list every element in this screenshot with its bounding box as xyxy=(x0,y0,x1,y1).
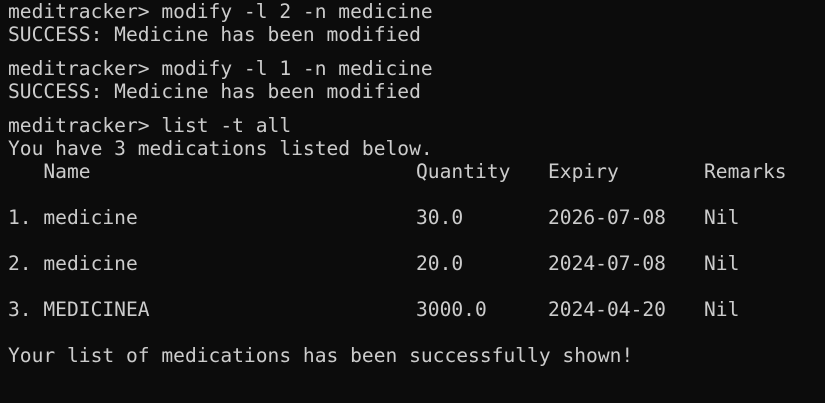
command-text: modify -l 1 -n medicine xyxy=(161,57,433,80)
prompt: meditracker> xyxy=(8,0,162,23)
summary-line: You have 3 medications listed below. xyxy=(8,137,433,160)
row-remarks: Nil xyxy=(704,298,740,321)
command-line: meditracker> modify -l 1 -n medicine xyxy=(8,57,825,80)
terminal-window[interactable]: meditracker> modify -l 2 -n medicine SUC… xyxy=(0,0,825,403)
row-expiry: 2026-07-08 xyxy=(548,206,666,229)
separator: ________________________________________… xyxy=(8,45,704,57)
row-name: 1. medicine xyxy=(8,206,138,229)
command-text: list -t all xyxy=(161,114,292,137)
row-quantity: 3000.0 xyxy=(416,298,487,321)
row-quantity: 30.0 xyxy=(416,206,464,229)
footer-message: Your list of medications has been succes… xyxy=(8,344,634,367)
row-remarks: Nil xyxy=(704,252,740,275)
output-line: SUCCESS: Medicine has been modified xyxy=(8,23,421,46)
table-row: 2. medicine 20.0 2024-07-08 Nil xyxy=(8,252,825,275)
prompt: meditracker> xyxy=(8,114,162,137)
row-quantity: 20.0 xyxy=(416,252,464,275)
row-remarks: Nil xyxy=(704,206,740,229)
row-expiry: 2024-07-08 xyxy=(548,252,666,275)
row-name: 2. medicine xyxy=(8,252,138,275)
table-row: 1. medicine 30.0 2026-07-08 Nil xyxy=(8,206,825,229)
table-row: 3. MEDICINEA 3000.0 2024-04-20 Nil xyxy=(8,298,825,321)
header-expiry: Expiry xyxy=(548,160,619,183)
header-name: Name xyxy=(8,160,91,183)
row-name: 3. MEDICINEA xyxy=(8,298,150,321)
prompt: meditracker> xyxy=(8,57,162,80)
command-text: modify -l 2 -n medicine xyxy=(161,0,433,23)
command-line: meditracker> list -t all xyxy=(8,114,825,137)
command-line: meditracker> modify -l 2 -n medicine xyxy=(8,0,825,23)
separator: ________________________________________… xyxy=(8,102,704,114)
header-quantity: Quantity xyxy=(416,160,511,183)
output-line: SUCCESS: Medicine has been modified xyxy=(8,80,421,103)
header-remarks: Remarks xyxy=(704,160,787,183)
row-expiry: 2024-04-20 xyxy=(548,298,666,321)
table-header: Name Quantity Expiry Remarks xyxy=(8,160,825,183)
